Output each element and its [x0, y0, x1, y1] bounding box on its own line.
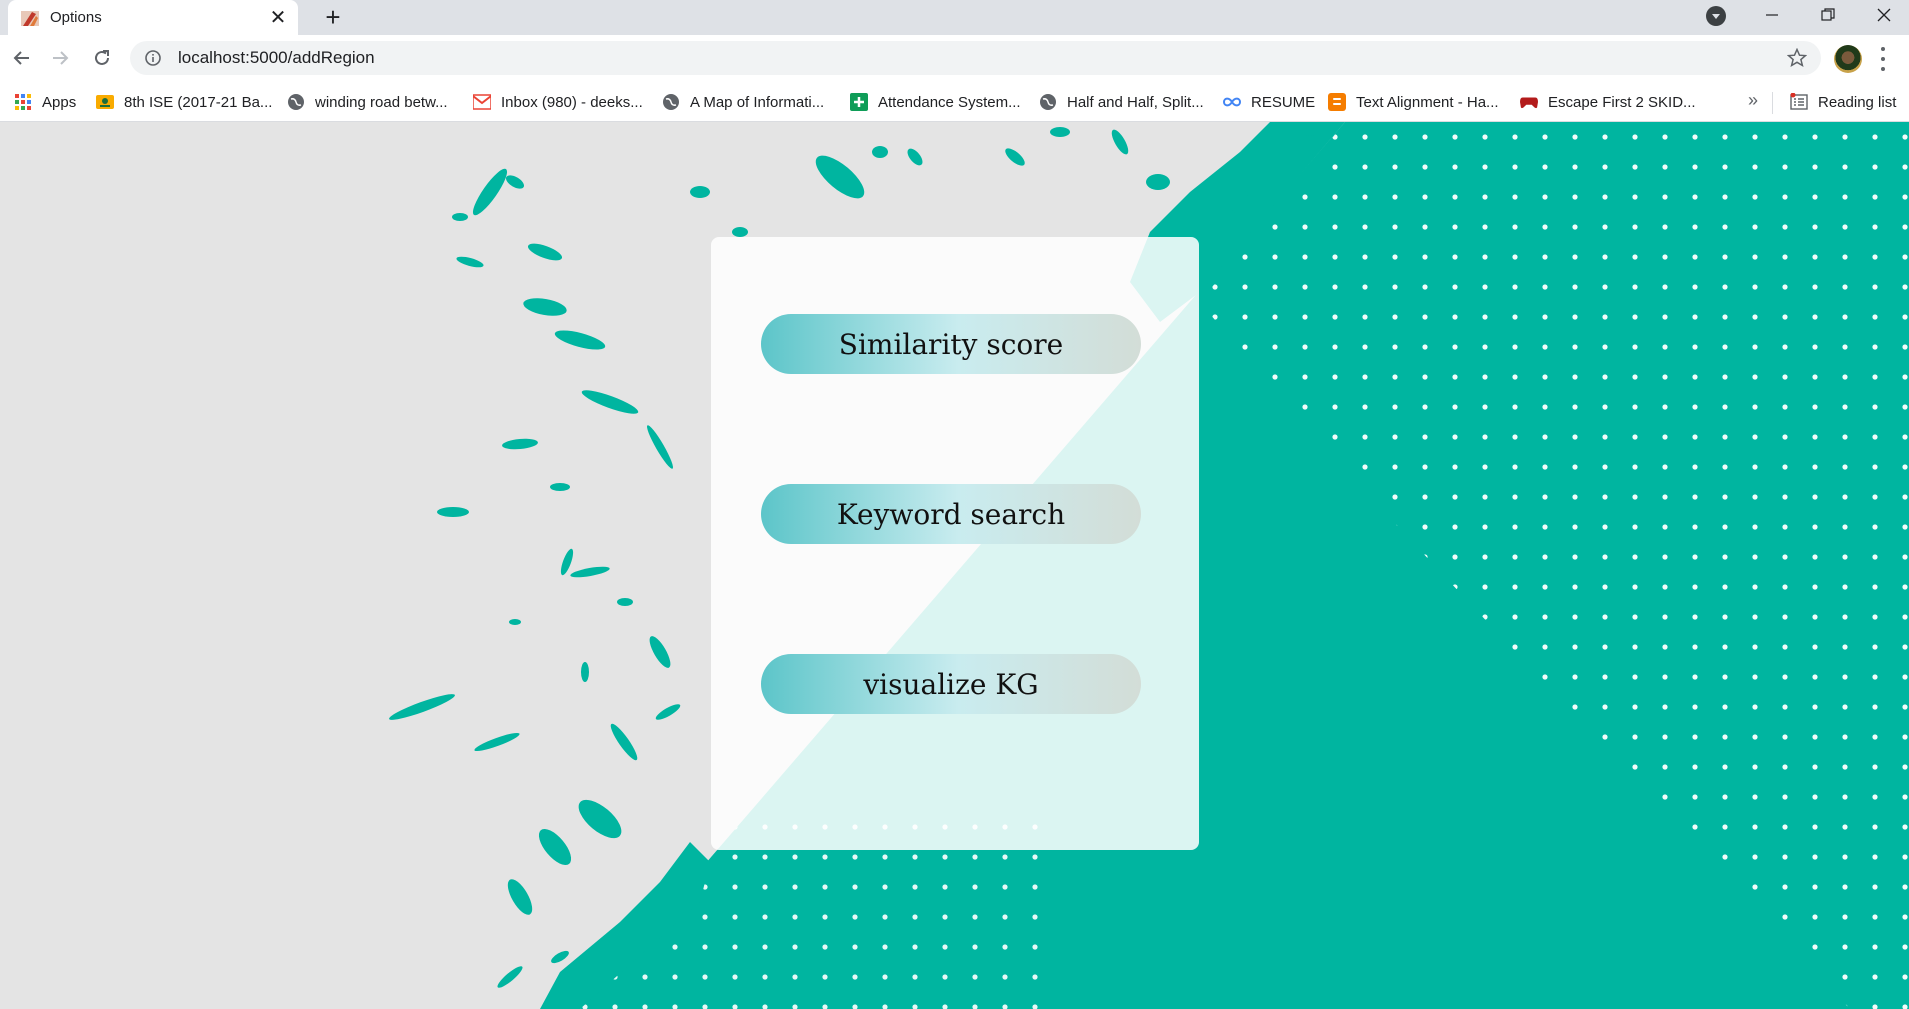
- url-input[interactable]: [176, 47, 1580, 69]
- minimize-button[interactable]: [1744, 0, 1800, 30]
- infinity-icon: [1223, 97, 1241, 107]
- bookmark-separator: [1772, 92, 1773, 114]
- profile-avatar[interactable]: [1834, 45, 1862, 73]
- back-button[interactable]: [6, 43, 36, 73]
- bookmark-label: Half and Half, Split...: [1067, 93, 1204, 111]
- bookmark-label: A Map of Informati...: [690, 93, 825, 111]
- forward-button[interactable]: [46, 43, 76, 73]
- more-bookmarks-chevron-icon[interactable]: »: [1748, 90, 1758, 111]
- reload-button[interactable]: [87, 43, 117, 73]
- sheets-plus-icon: [850, 93, 868, 111]
- bookmark-item[interactable]: Half and Half, Split...: [1039, 82, 1204, 122]
- bookmark-label: 8th ISE (2017-21 Ba...: [124, 93, 273, 111]
- bookmark-label: RESUME: [1251, 93, 1316, 111]
- browser-toolbar: [0, 35, 1909, 82]
- globe-icon: [288, 94, 304, 110]
- restore-button[interactable]: [1800, 0, 1856, 30]
- bookmark-label: Text Alignment - Ha...: [1356, 93, 1499, 111]
- bookmark-item[interactable]: winding road betw...: [287, 82, 448, 122]
- tab-close-icon[interactable]: ✕: [268, 5, 288, 30]
- visualize-kg-button[interactable]: visualize KG: [761, 654, 1141, 714]
- bookmark-item[interactable]: Inbox (980) - deeks...: [473, 82, 643, 122]
- bookmark-item[interactable]: 8th ISE (2017-21 Ba...: [96, 82, 272, 122]
- bookmark-item[interactable]: A Map of Informati...: [662, 82, 824, 122]
- restore-icon: [1821, 8, 1835, 21]
- bookmark-label: Inbox (980) - deeks...: [501, 93, 643, 111]
- bookmark-label: Attendance System...: [878, 93, 1021, 111]
- reading-list-button[interactable]: Reading list: [1790, 82, 1896, 122]
- globe-icon: [663, 94, 679, 110]
- bookmark-item[interactable]: Text Alignment - Ha...: [1328, 82, 1499, 122]
- bookmark-label: Apps: [42, 93, 77, 111]
- keyword-search-button[interactable]: Keyword search: [761, 484, 1141, 544]
- close-icon: [1877, 8, 1891, 22]
- bookmark-apps[interactable]: Apps: [14, 82, 76, 122]
- bookmarks-bar: Apps 8th ISE (2017-21 Ba... winding road…: [0, 82, 1909, 122]
- bookmark-item[interactable]: Attendance System...: [850, 82, 1021, 122]
- apps-grid-icon: [15, 94, 31, 110]
- bookmark-label: winding road betw...: [315, 93, 448, 111]
- blogger-icon: [1328, 93, 1346, 111]
- close-window-button[interactable]: [1856, 0, 1909, 30]
- bookmark-item[interactable]: RESUME: [1223, 82, 1315, 122]
- new-tab-button[interactable]: +: [318, 2, 348, 32]
- globe-icon: [1040, 94, 1056, 110]
- bookmark-item[interactable]: Escape First 2 SKID...: [1520, 82, 1696, 122]
- classroom-icon: [96, 95, 114, 109]
- tab-title: Options: [50, 9, 102, 26]
- options-panel: Similarity score Keyword search visualiz…: [711, 237, 1199, 850]
- similarity-score-button[interactable]: Similarity score: [761, 314, 1141, 374]
- browser-menu-button[interactable]: [1876, 47, 1890, 71]
- page-content: Similarity score Keyword search visualiz…: [0, 122, 1909, 1009]
- forward-arrow-icon: [53, 51, 69, 65]
- back-arrow-icon: [13, 51, 29, 65]
- tab-favicon-icon: [21, 10, 39, 26]
- tab-strip: Options ✕ +: [0, 0, 1909, 35]
- reading-list-label: Reading list: [1818, 93, 1897, 111]
- browser-tab[interactable]: Options ✕: [8, 0, 298, 35]
- bookmark-label: Escape First 2 SKID...: [1548, 93, 1696, 111]
- tab-search-icon[interactable]: [1706, 6, 1726, 26]
- bookmark-star-icon[interactable]: [1787, 48, 1807, 68]
- reload-icon: [95, 50, 109, 65]
- minimize-icon: [1766, 14, 1778, 16]
- gamepad-icon: [1520, 97, 1538, 109]
- info-icon[interactable]: [144, 49, 162, 67]
- gmail-icon: [473, 94, 491, 110]
- address-bar[interactable]: [130, 41, 1821, 75]
- reading-list-icon: [1790, 93, 1808, 110]
